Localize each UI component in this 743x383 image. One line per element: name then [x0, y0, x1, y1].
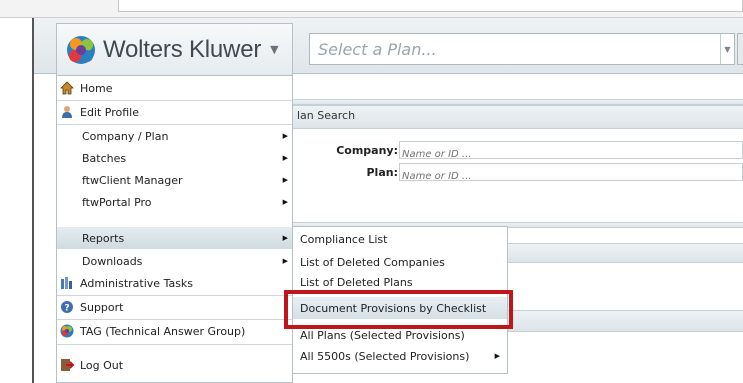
logout-icon [60, 358, 74, 372]
menu-item-support[interactable]: ? Support [57, 296, 292, 318]
menu-item-home[interactable]: Home [57, 77, 292, 99]
user-icon [60, 105, 74, 119]
chevron-right-icon: ▶ [282, 257, 288, 265]
menu-item-label: Batches [82, 151, 127, 165]
menu-item-edit-profile[interactable]: Edit Profile [57, 101, 292, 123]
submenu-item-label: All 5500s (Selected Provisions) [300, 349, 470, 363]
plan-search-title: lan Search [297, 109, 356, 122]
company-field[interactable] [399, 141, 743, 163]
menu-item-label: Reports [82, 231, 125, 245]
chevron-right-icon: ▶ [494, 352, 500, 360]
submenu-item-all-5500s[interactable]: All 5500s (Selected Provisions) ▶ [293, 345, 507, 367]
browser-address-bar[interactable] [118, 0, 743, 12]
menu-item-downloads[interactable]: Downloads ▶ [57, 250, 292, 272]
menu-item-label: Home [80, 81, 113, 95]
menu-item-company-plan[interactable]: Company / Plan ▶ [57, 125, 292, 147]
menu-item-label: Support [80, 300, 124, 314]
menu-item-administrative-tasks[interactable]: Administrative Tasks [57, 272, 292, 294]
tag-icon [60, 324, 74, 338]
menu-item-ftwclient-manager[interactable]: ftwClient Manager ▶ [57, 169, 292, 191]
plan-select[interactable]: ▼ [309, 33, 735, 65]
submenu-item-label: All Plans (Selected Provisions) [300, 331, 465, 342]
submenu-item-all-plans[interactable]: All Plans (Selected Provisions) [293, 331, 507, 343]
header-action-button[interactable] [737, 33, 743, 65]
company-input[interactable] [400, 146, 742, 163]
plan-field[interactable] [399, 163, 743, 185]
plan-field-label: Plan: [366, 166, 399, 179]
main-menu: Home Edit Profile Company / Plan ▶ Batch… [56, 75, 293, 383]
menu-item-label: Log Out [80, 358, 124, 372]
brand-name: Wolters Kluwer [103, 35, 262, 63]
plan-input[interactable] [400, 168, 742, 185]
submenu-item-document-provisions[interactable]: Document Provisions by Checklist [293, 297, 507, 319]
support-icon: ? [60, 300, 74, 314]
submenu-item-compliance-list[interactable]: Compliance List [293, 228, 507, 250]
browser-top-strip [0, 0, 743, 18]
menu-item-label: Company / Plan [82, 129, 169, 143]
home-icon [60, 81, 74, 95]
chevron-down-icon: ▼ [270, 43, 279, 56]
submenu-item-label: Document Provisions by Checklist [300, 301, 487, 315]
menu-item-label: Downloads [82, 254, 143, 268]
menu-item-ftwportal-pro[interactable]: ftwPortal Pro ▶ [57, 191, 292, 213]
submenu-item-label: List of Deleted Companies [300, 255, 445, 269]
screenshot-frame: Wolters Kluwer ▼ ▼ lan Search Company: P… [0, 0, 743, 383]
menu-item-label: TAG (Technical Answer Group) [80, 324, 246, 338]
svg-text:?: ? [64, 304, 69, 314]
submenu-item-deleted-plans[interactable]: List of Deleted Plans [293, 274, 507, 290]
wolters-kluwer-logo-icon [66, 35, 96, 65]
menu-item-label: ftwPortal Pro [82, 195, 152, 209]
plan-search-header [293, 105, 743, 129]
menu-item-label: ftwClient Manager [82, 173, 183, 187]
menu-item-log-out[interactable]: Log Out [57, 354, 292, 376]
menu-item-label: Edit Profile [80, 105, 140, 119]
brand-menu-button[interactable]: Wolters Kluwer ▼ [56, 23, 293, 75]
company-field-label: Company: [336, 144, 398, 157]
submenu-item-label: Compliance List [300, 232, 388, 246]
menu-item-label: Administrative Tasks [80, 276, 194, 290]
chevron-right-icon: ▶ [282, 198, 288, 206]
menu-item-reports[interactable]: Reports ▶ [57, 227, 292, 249]
chevron-down-icon[interactable]: ▼ [720, 34, 734, 64]
reports-submenu: Compliance List List of Deleted Companie… [292, 226, 508, 374]
chevron-right-icon: ▶ [282, 234, 288, 242]
menu-item-batches[interactable]: Batches ▶ [57, 147, 292, 169]
submenu-item-label: List of Deleted Plans [300, 276, 413, 289]
chevron-right-icon: ▶ [282, 176, 288, 184]
chevron-right-icon: ▶ [282, 132, 288, 140]
admin-tasks-icon [60, 276, 74, 290]
menu-item-tag[interactable]: TAG (Technical Answer Group) [57, 320, 292, 342]
chevron-right-icon: ▶ [282, 154, 288, 162]
submenu-item-deleted-companies[interactable]: List of Deleted Companies [293, 251, 507, 273]
plan-select-input[interactable] [310, 34, 734, 64]
menu-separator [57, 344, 292, 345]
